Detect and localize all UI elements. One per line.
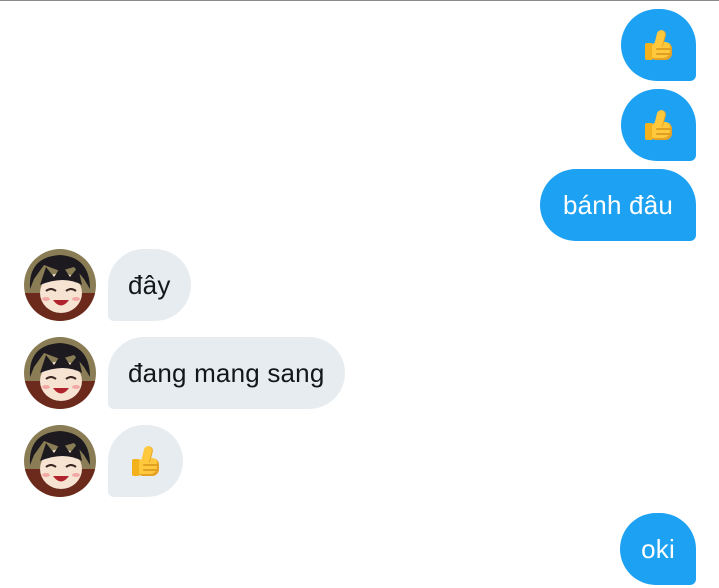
outgoing-message-bubble[interactable]: bánh đâu [540, 169, 696, 241]
thumbs-up-icon [130, 445, 162, 477]
incoming-message-bubble[interactable]: đang mang sang [108, 337, 345, 409]
message-text: đây [128, 269, 171, 300]
message-text: oki [641, 533, 675, 564]
outgoing-message-bubble[interactable] [621, 9, 696, 81]
message-text: đang mang sang [128, 357, 325, 388]
contact-avatar[interactable] [24, 337, 96, 409]
message-text: bánh đâu [562, 189, 674, 220]
thumbs-up-icon [643, 29, 675, 61]
incoming-message-bubble[interactable] [108, 425, 183, 497]
contact-avatar[interactable] [24, 249, 96, 321]
top-divider [0, 0, 719, 1]
incoming-message-bubble[interactable]: đây [108, 249, 191, 321]
outgoing-message-bubble[interactable] [621, 89, 696, 161]
outgoing-message-bubble[interactable]: oki [620, 513, 696, 585]
thumbs-up-icon [643, 109, 675, 141]
contact-avatar[interactable] [24, 425, 96, 497]
